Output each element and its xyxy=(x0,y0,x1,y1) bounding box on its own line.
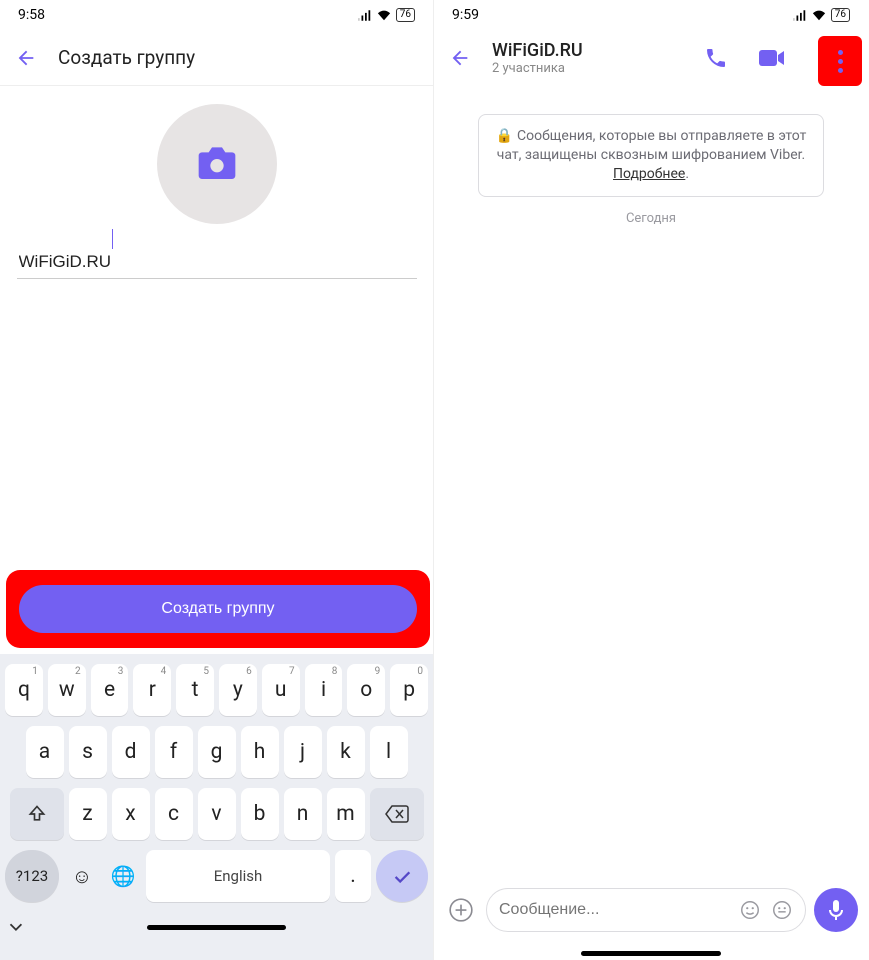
group-name-input[interactable] xyxy=(17,246,417,279)
shift-key[interactable] xyxy=(10,788,64,840)
encryption-notice: 🔒Сообщения, которые вы отправляете в это… xyxy=(478,114,824,197)
smiley-icon[interactable] xyxy=(739,899,761,921)
key-c[interactable]: c xyxy=(155,788,193,840)
lock-icon: 🔒 xyxy=(496,127,513,146)
key-f[interactable]: f xyxy=(155,726,193,778)
status-bar: 9:59 76 xyxy=(434,0,868,30)
message-composer xyxy=(434,880,868,940)
group-avatar-picker[interactable] xyxy=(157,104,277,224)
voice-message-button[interactable] xyxy=(814,888,858,932)
more-menu-button[interactable] xyxy=(827,44,853,78)
phone-right: 9:59 76 WiFiGiD.RU 2 участника xyxy=(434,0,868,960)
clock: 9:59 xyxy=(452,7,479,23)
keyboard: q1w2e3r4t5y6u7i8o9p0 asdfghjkl zxcvbnm ?… xyxy=(0,654,433,960)
key-d[interactable]: d xyxy=(112,726,150,778)
key-a[interactable]: a xyxy=(26,726,64,778)
sticker-icon[interactable] xyxy=(771,899,793,921)
chat-title: WiFiGiD.RU xyxy=(492,40,678,61)
camera-icon xyxy=(197,147,237,181)
battery-icon: 76 xyxy=(831,8,850,22)
key-v[interactable]: v xyxy=(198,788,236,840)
key-b[interactable]: b xyxy=(241,788,279,840)
nav-pill xyxy=(581,951,721,956)
header: Создать группу xyxy=(0,30,433,86)
key-z[interactable]: z xyxy=(69,788,107,840)
status-bar: 9:58 76 xyxy=(0,0,433,30)
keyboard-collapse-icon[interactable] xyxy=(5,916,27,938)
key-l[interactable]: l xyxy=(370,726,408,778)
key-j[interactable]: j xyxy=(284,726,322,778)
key-n[interactable]: n xyxy=(284,788,322,840)
key-s[interactable]: s xyxy=(69,726,107,778)
globe-key[interactable]: 🌐 xyxy=(105,850,141,902)
back-button[interactable] xyxy=(14,46,38,70)
attach-button[interactable] xyxy=(444,893,478,927)
message-field[interactable] xyxy=(486,888,806,932)
emoji-key[interactable]: ☺ xyxy=(64,850,100,902)
phone-left: 9:58 76 Создать группу Создать группу xyxy=(0,0,434,960)
nav-pill xyxy=(147,925,286,930)
create-button-highlight: Создать группу xyxy=(6,570,430,648)
key-y[interactable]: y6 xyxy=(219,664,257,716)
key-m[interactable]: m xyxy=(327,788,365,840)
message-input[interactable] xyxy=(499,901,729,919)
key-e[interactable]: e3 xyxy=(91,664,129,716)
key-x[interactable]: x xyxy=(112,788,150,840)
key-w[interactable]: w2 xyxy=(48,664,86,716)
chat-subtitle: 2 участника xyxy=(492,61,678,76)
voice-call-button[interactable] xyxy=(698,40,734,76)
symbols-key[interactable]: ?123 xyxy=(5,850,59,902)
key-p[interactable]: p0 xyxy=(390,664,428,716)
period-key[interactable]: . xyxy=(335,850,371,902)
key-h[interactable]: h xyxy=(241,726,279,778)
key-g[interactable]: g xyxy=(198,726,236,778)
enter-key[interactable] xyxy=(376,850,428,902)
key-k[interactable]: k xyxy=(327,726,365,778)
key-t[interactable]: t5 xyxy=(176,664,214,716)
menu-button-highlight xyxy=(818,36,862,86)
create-group-button[interactable]: Создать группу xyxy=(19,585,417,633)
date-separator: Сегодня xyxy=(626,211,676,226)
signal-icon xyxy=(793,10,807,21)
backspace-key[interactable] xyxy=(370,788,424,840)
key-i[interactable]: i8 xyxy=(305,664,343,716)
wifi-icon xyxy=(377,9,391,21)
page-title: Создать группу xyxy=(58,46,195,69)
clock: 9:58 xyxy=(18,7,45,23)
key-o[interactable]: o9 xyxy=(347,664,385,716)
video-call-button[interactable] xyxy=(754,40,790,76)
text-cursor xyxy=(112,229,113,249)
chat-header: WiFiGiD.RU 2 участника xyxy=(434,30,868,86)
key-q[interactable]: q1 xyxy=(5,664,43,716)
key-u[interactable]: u7 xyxy=(262,664,300,716)
signal-icon xyxy=(358,10,372,21)
battery-icon: 76 xyxy=(396,8,415,22)
wifi-icon xyxy=(812,9,826,21)
encryption-learn-more-link[interactable]: Подробнее xyxy=(613,166,685,182)
back-button[interactable] xyxy=(448,46,472,70)
key-r[interactable]: r4 xyxy=(133,664,171,716)
space-key[interactable]: English xyxy=(146,850,330,902)
